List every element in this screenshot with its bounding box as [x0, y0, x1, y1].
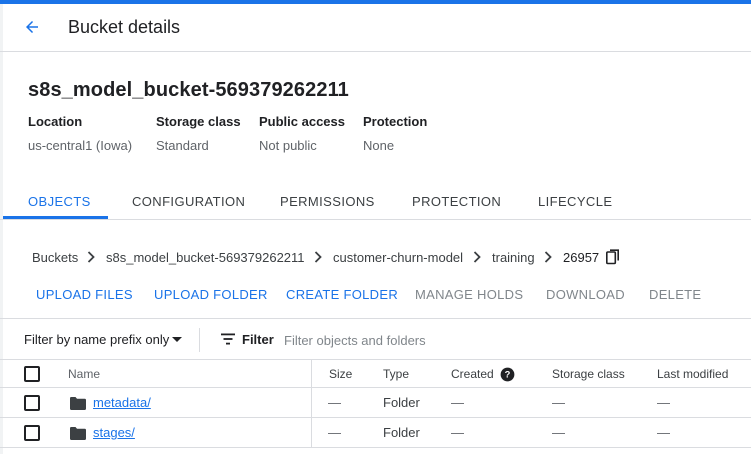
chevron-right-icon [544, 251, 552, 263]
help-icon[interactable]: ? [500, 367, 515, 382]
breadcrumb-folder-training[interactable]: training [492, 250, 535, 265]
column-header-storage-class[interactable]: Storage class [552, 367, 625, 381]
row-checkbox[interactable] [24, 395, 40, 411]
active-tab-indicator [3, 216, 108, 219]
chevron-right-icon [314, 251, 322, 263]
storage-class-cell: — [552, 425, 565, 440]
column-divider [311, 360, 312, 388]
tab-lifecycle[interactable]: LIFECYCLE [538, 194, 612, 209]
delete-button[interactable]: DELETE [649, 287, 701, 302]
prefix-filter-dropdown[interactable]: Filter by name prefix only [24, 332, 169, 347]
arrow-back-icon [26, 21, 38, 33]
folder-link[interactable]: metadata/ [93, 395, 151, 410]
created-cell: — [451, 395, 464, 410]
tab-configuration[interactable]: CONFIGURATION [132, 194, 245, 209]
column-divider [311, 418, 312, 448]
column-header-size[interactable]: Size [329, 367, 352, 381]
storage-class-label: Storage class [156, 114, 241, 129]
tab-permissions[interactable]: PERMISSIONS [280, 194, 375, 209]
type-cell: Folder [383, 395, 420, 410]
folder-icon [70, 397, 86, 410]
storage-class-cell: — [552, 395, 565, 410]
filter-list-icon[interactable] [221, 333, 235, 345]
dropdown-arrow-icon [172, 337, 182, 342]
created-cell: — [451, 425, 464, 440]
type-cell: Folder [383, 425, 420, 440]
tab-objects[interactable]: OBJECTS [28, 194, 91, 209]
folder-link[interactable]: stages/ [93, 425, 135, 440]
last-modified-cell: — [657, 395, 670, 410]
copy-icon[interactable] [606, 249, 620, 265]
size-cell: — [328, 395, 341, 410]
column-divider [311, 388, 312, 418]
size-cell: — [328, 425, 341, 440]
tab-protection[interactable]: PROTECTION [412, 194, 501, 209]
filter-label: Filter [242, 332, 274, 347]
tab-bar: OBJECTS CONFIGURATION PERMISSIONS PROTEC… [0, 178, 751, 220]
upload-files-button[interactable]: UPLOAD FILES [36, 287, 133, 302]
breadcrumb-bucket[interactable]: s8s_model_bucket-569379262211 [106, 250, 305, 265]
manage-holds-button[interactable]: MANAGE HOLDS [415, 287, 523, 302]
download-button[interactable]: DOWNLOAD [546, 287, 625, 302]
filter-input[interactable] [280, 327, 580, 353]
table-row[interactable]: stages/ — Folder — — — [0, 418, 751, 448]
protection-value: None [363, 138, 395, 153]
chevron-right-icon [473, 251, 481, 263]
page-title: Bucket details [68, 17, 181, 37]
folder-icon [70, 427, 86, 440]
page-header: Bucket details [0, 4, 751, 52]
upload-folder-button[interactable]: UPLOAD FOLDER [154, 287, 268, 302]
divider [199, 328, 200, 352]
column-header-name[interactable]: Name [68, 367, 100, 381]
public-access-label: Public access [259, 114, 345, 129]
back-button[interactable] [18, 13, 46, 41]
svg-text:?: ? [505, 370, 511, 380]
storage-class-value: Standard [156, 138, 209, 153]
filter-bar: Filter by name prefix only Filter [0, 318, 751, 360]
table-row[interactable]: metadata/ — Folder — — — [0, 388, 751, 418]
chevron-right-icon [87, 251, 95, 263]
column-header-last-modified[interactable]: Last modified [657, 367, 728, 381]
location-label: Location [28, 114, 83, 129]
column-header-created[interactable]: Created [451, 367, 494, 381]
bucket-name: s8s_model_bucket-569379262211 [28, 79, 349, 101]
table-header: Name Size Type Created ? Storage class L… [0, 360, 751, 388]
public-access-value: Not public [259, 138, 317, 153]
column-header-type[interactable]: Type [383, 367, 409, 381]
last-modified-cell: — [657, 425, 670, 440]
breadcrumb-current: 26957 [563, 250, 600, 265]
create-folder-button[interactable]: CREATE FOLDER [286, 287, 398, 302]
select-all-checkbox[interactable] [24, 366, 40, 382]
breadcrumb-buckets[interactable]: Buckets [32, 250, 78, 265]
protection-label: Protection [363, 114, 428, 129]
breadcrumb-folder-model[interactable]: customer-churn-model [333, 250, 463, 265]
location-value: us-central1 (Iowa) [28, 138, 133, 153]
row-checkbox[interactable] [24, 425, 40, 441]
